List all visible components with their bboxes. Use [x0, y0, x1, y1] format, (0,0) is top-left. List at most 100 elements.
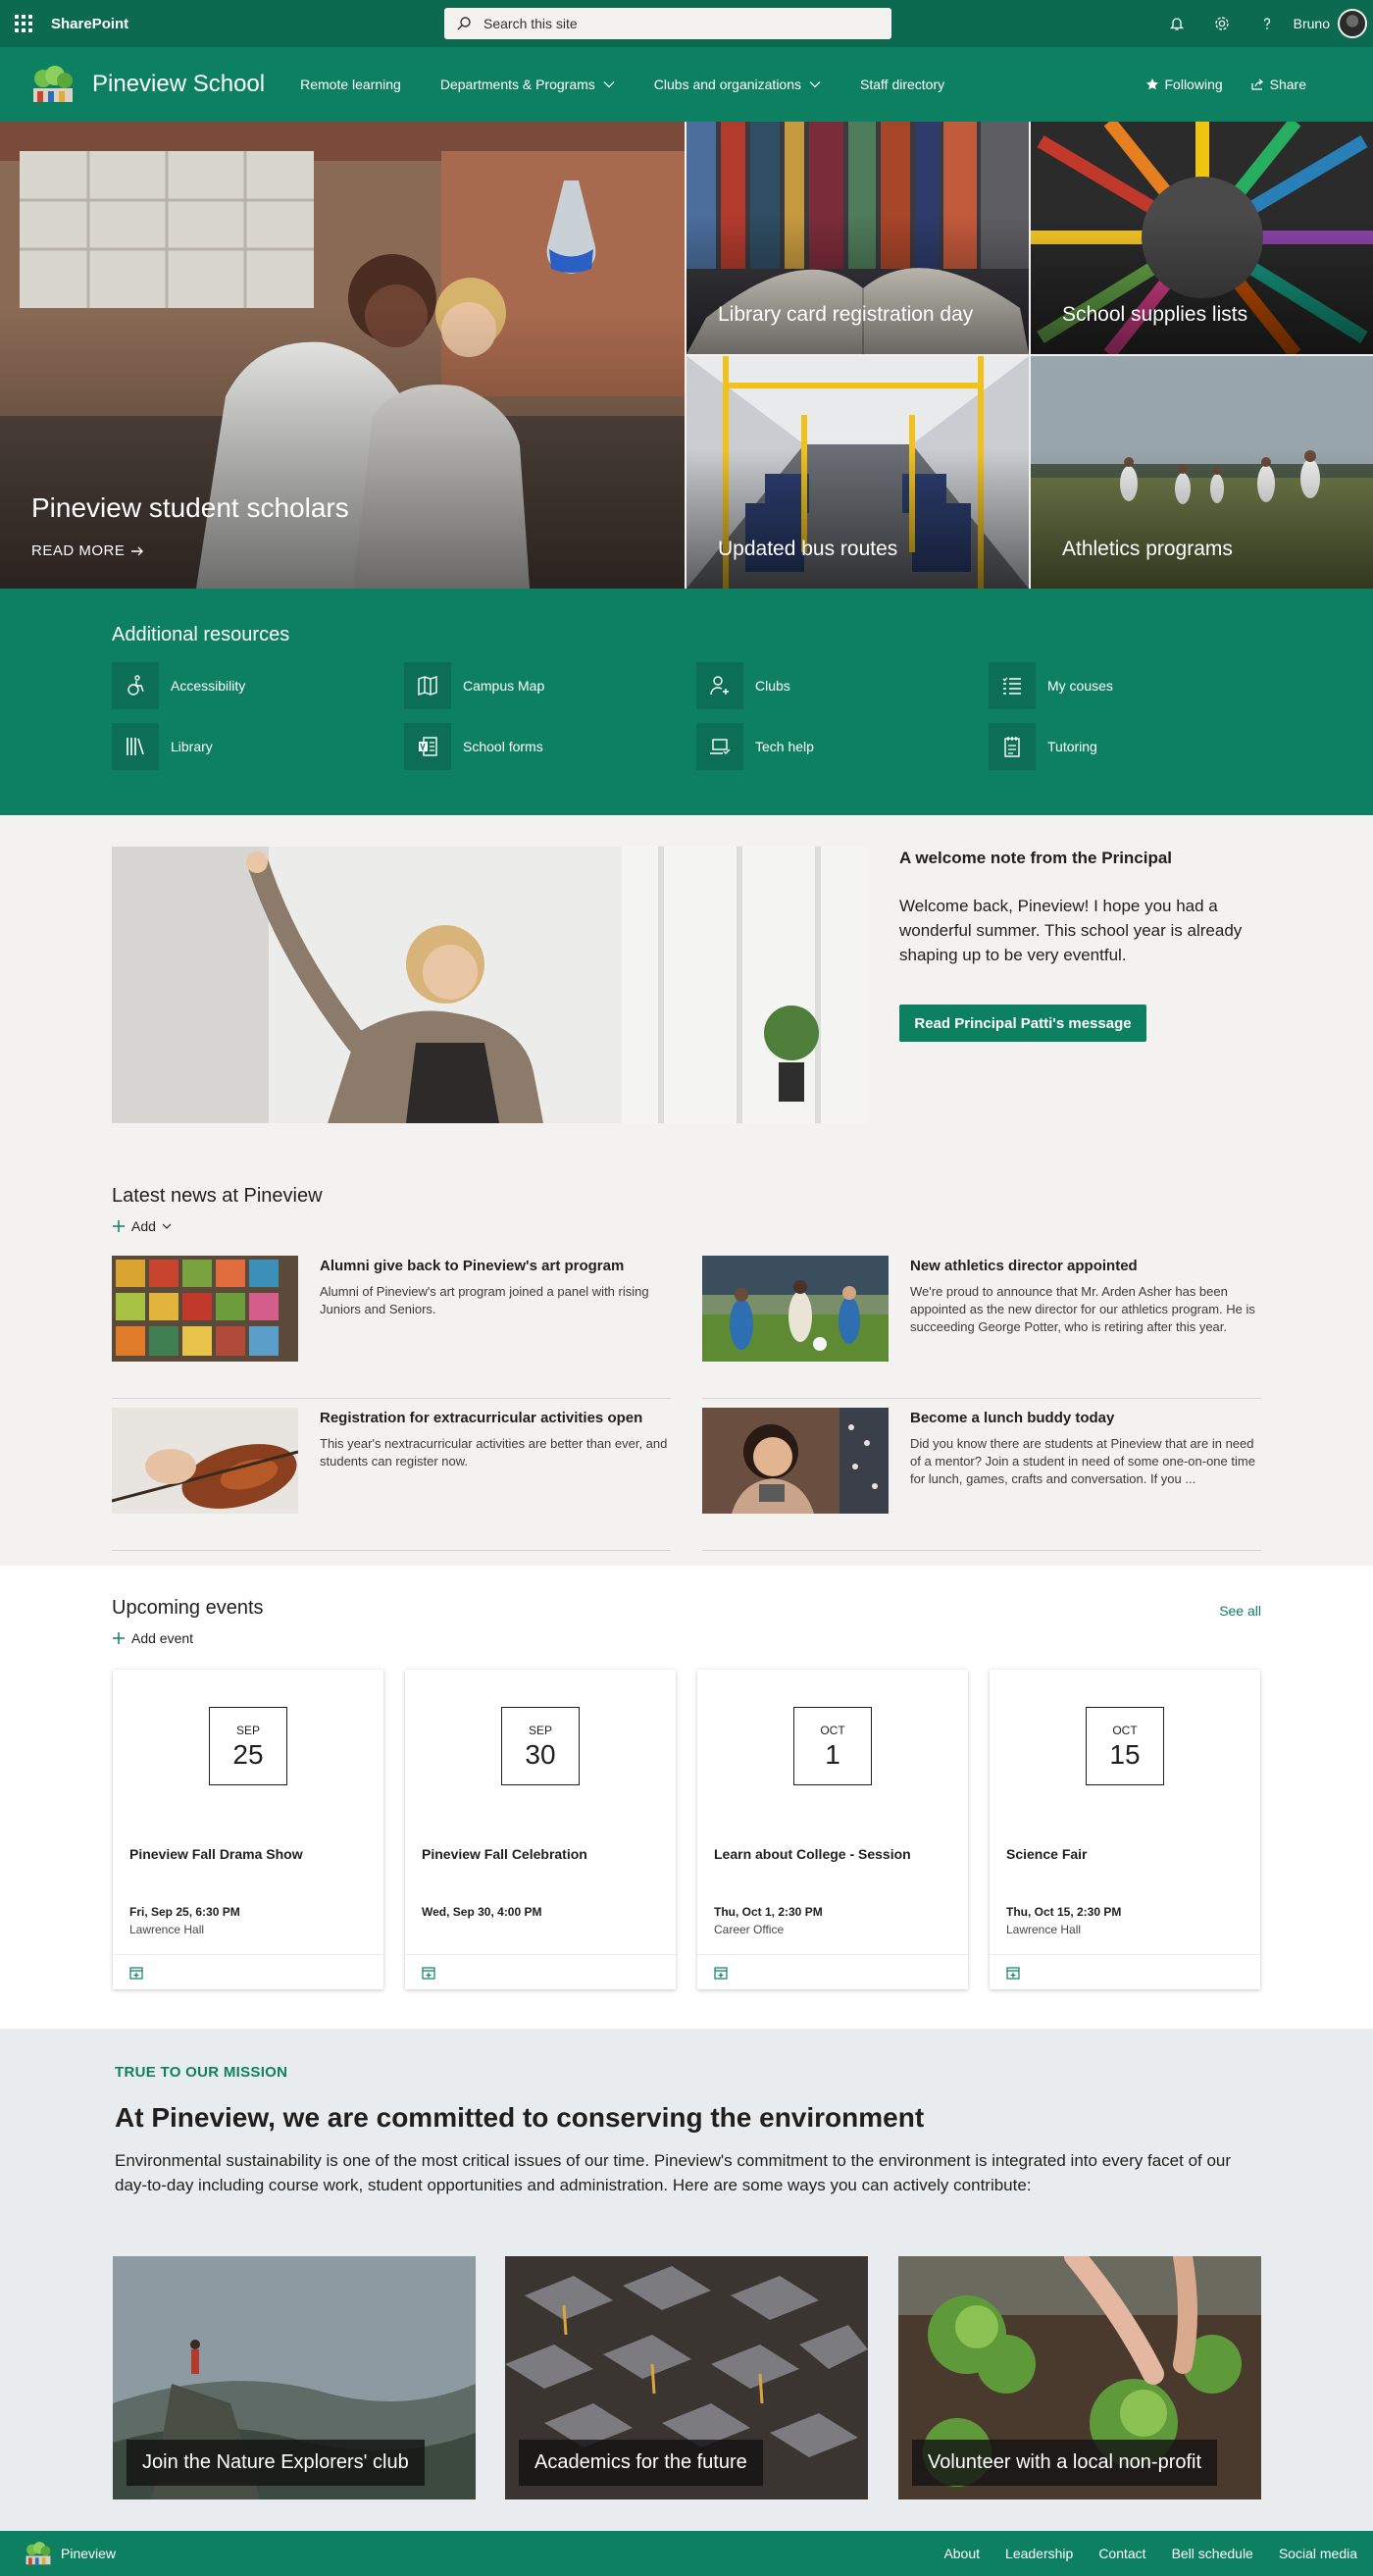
resource-accessibility[interactable]: Accessibility — [112, 662, 404, 709]
nav-staff-directory[interactable]: Staff directory — [860, 77, 944, 92]
news-item[interactable]: New athletics director appointed We're p… — [702, 1246, 1261, 1399]
event-title: Science Fair — [1006, 1846, 1088, 1862]
event-time: Thu, Oct 1, 2:30 PM — [714, 1905, 823, 1919]
search-icon — [444, 16, 483, 31]
news-title[interactable]: Registration for extracurricular activit… — [320, 1410, 669, 1426]
following-label: Following — [1164, 77, 1223, 92]
footer-logo[interactable] — [24, 2541, 53, 2566]
nav-label: Remote learning — [300, 77, 401, 92]
avatar[interactable] — [1338, 9, 1367, 38]
footer-link-leadership[interactable]: Leadership — [1005, 2546, 1073, 2561]
hero-tile-supplies[interactable]: School supplies lists — [1031, 122, 1373, 354]
bell-icon[interactable] — [1154, 0, 1199, 47]
library-icon — [112, 723, 159, 770]
read-principal-message-button[interactable]: Read Principal Patti's message — [899, 1005, 1146, 1042]
add-to-calendar-icon[interactable] — [1005, 1965, 1021, 1981]
footer-link-about[interactable]: About — [943, 2546, 980, 2561]
resource-clubs[interactable]: Clubs — [696, 662, 989, 709]
resource-tech-help[interactable]: Tech help — [696, 723, 989, 770]
resources-title: Additional resources — [112, 624, 290, 645]
nav-departments-programs[interactable]: Departments & Programs — [440, 77, 615, 92]
event-location: Lawrence Hall — [129, 1923, 205, 1936]
chevron-down-icon — [162, 1223, 172, 1229]
event-card[interactable]: SEP 30 Pineview Fall Celebration Wed, Se… — [405, 1670, 676, 1989]
resource-label: Clubs — [755, 678, 790, 694]
site-footer: Pineview About Leadership Contact Bell s… — [0, 2531, 1373, 2576]
welcome-title: A welcome note from the Principal — [899, 849, 1173, 867]
resource-school-forms[interactable]: School forms — [404, 723, 696, 770]
help-icon[interactable] — [1245, 0, 1290, 47]
news-title[interactable]: New athletics director appointed — [910, 1258, 1259, 1274]
add-to-calendar-icon[interactable] — [128, 1965, 144, 1981]
news-section-title: Latest news at Pineview — [112, 1185, 323, 1207]
mission-kicker: TRUE TO OUR MISSION — [115, 2064, 288, 2081]
site-logo[interactable] — [29, 65, 76, 104]
mission-card[interactable]: Volunteer with a local non-profit — [898, 2256, 1261, 2499]
footer-link-bell-schedule[interactable]: Bell schedule — [1172, 2546, 1253, 2561]
suite-bar: SharePoint Search this site Bruno — [0, 0, 1373, 47]
add-to-calendar-icon[interactable] — [421, 1965, 436, 1981]
mission-card[interactable]: Academics for the future — [505, 2256, 868, 2499]
add-news-label: Add — [131, 1218, 156, 1234]
share-button[interactable]: Share — [1250, 77, 1306, 92]
nav-label: Departments & Programs — [439, 77, 595, 92]
user-name[interactable]: Bruno — [1294, 16, 1330, 31]
add-news-button[interactable]: Add — [112, 1218, 172, 1234]
hero-tile-bus[interactable]: Updated bus routes — [686, 356, 1029, 589]
share-icon — [1251, 78, 1263, 90]
nav-remote-learning[interactable]: Remote learning — [300, 77, 401, 92]
app-launcher-button[interactable] — [0, 0, 47, 47]
app-name[interactable]: SharePoint — [51, 16, 128, 32]
plus-icon — [113, 1632, 125, 1644]
hero-tile-caption: Library card registration day — [718, 303, 974, 326]
add-to-calendar-icon[interactable] — [713, 1965, 729, 1981]
resource-label: Tutoring — [1047, 739, 1097, 754]
search-box[interactable]: Search this site — [444, 8, 891, 39]
event-month: SEP — [528, 1724, 552, 1737]
mission-card[interactable]: Join the Nature Explorers' club — [113, 2256, 476, 2499]
hero-tile-athletics[interactable]: Athletics programs — [1031, 356, 1373, 589]
resource-my-courses[interactable]: My couses — [989, 662, 1281, 709]
footer-link-social-media[interactable]: Social media — [1279, 2546, 1357, 2561]
hero-tile-library[interactable]: Library card registration day — [686, 122, 1029, 354]
event-card[interactable]: SEP 25 Pineview Fall Drama Show Fri, Sep… — [113, 1670, 383, 1989]
news-title[interactable]: Alumni give back to Pineview's art progr… — [320, 1258, 669, 1274]
event-card[interactable]: OCT 15 Science Fair Thu, Oct 15, 2:30 PM… — [990, 1670, 1260, 1989]
event-title: Pineview Fall Drama Show — [129, 1846, 303, 1862]
event-card[interactable]: OCT 1 Learn about College - Session Thu,… — [697, 1670, 968, 1989]
gear-icon[interactable] — [1199, 0, 1245, 47]
site-title[interactable]: Pineview School — [92, 71, 265, 98]
news-item[interactable]: Alumni give back to Pineview's art progr… — [112, 1246, 671, 1399]
news-thumbnail — [702, 1408, 889, 1514]
news-item[interactable]: Registration for extracurricular activit… — [112, 1398, 671, 1551]
mission-title: At Pineview, we are committed to conserv… — [115, 2102, 925, 2133]
star-icon — [1145, 78, 1158, 90]
add-event-button[interactable]: Add event — [112, 1630, 193, 1646]
accessibility-icon — [112, 662, 159, 709]
welcome-body: Welcome back, Pineview! I hope you had a… — [899, 897, 1243, 964]
resources-section: Additional resources Accessibility Campu… — [0, 589, 1373, 815]
hero-tile-main[interactable]: Pineview student scholars READ MORE — [0, 122, 685, 589]
nav-clubs-organizations[interactable]: Clubs and organizations — [654, 77, 821, 92]
read-more-link[interactable]: READ MORE — [31, 542, 144, 559]
hero-tile-caption: School supplies lists — [1062, 303, 1248, 326]
resource-tutoring[interactable]: Tutoring — [989, 723, 1281, 770]
share-label: Share — [1269, 77, 1306, 92]
event-date: OCT 15 — [1086, 1707, 1164, 1785]
event-location: Career Office — [714, 1923, 785, 1936]
footer-site-name[interactable]: Pineview — [61, 2546, 116, 2561]
nav-label: Staff directory — [860, 77, 945, 92]
resource-label: School forms — [463, 739, 543, 754]
resource-campus-map[interactable]: Campus Map — [404, 662, 696, 709]
arrow-right-icon — [131, 546, 144, 555]
add-event-label: Add event — [131, 1630, 194, 1646]
resource-label: My couses — [1047, 678, 1113, 694]
footer-link-contact[interactable]: Contact — [1098, 2546, 1145, 2561]
news-item[interactable]: Become a lunch buddy today Did you know … — [702, 1398, 1261, 1551]
event-date: SEP 25 — [209, 1707, 287, 1785]
news-title[interactable]: Become a lunch buddy today — [910, 1410, 1259, 1426]
following-button[interactable]: Following — [1145, 77, 1223, 92]
resource-library[interactable]: Library — [112, 723, 404, 770]
event-day: 15 — [1109, 1739, 1141, 1770]
see-all-link[interactable]: See all — [1219, 1603, 1261, 1619]
